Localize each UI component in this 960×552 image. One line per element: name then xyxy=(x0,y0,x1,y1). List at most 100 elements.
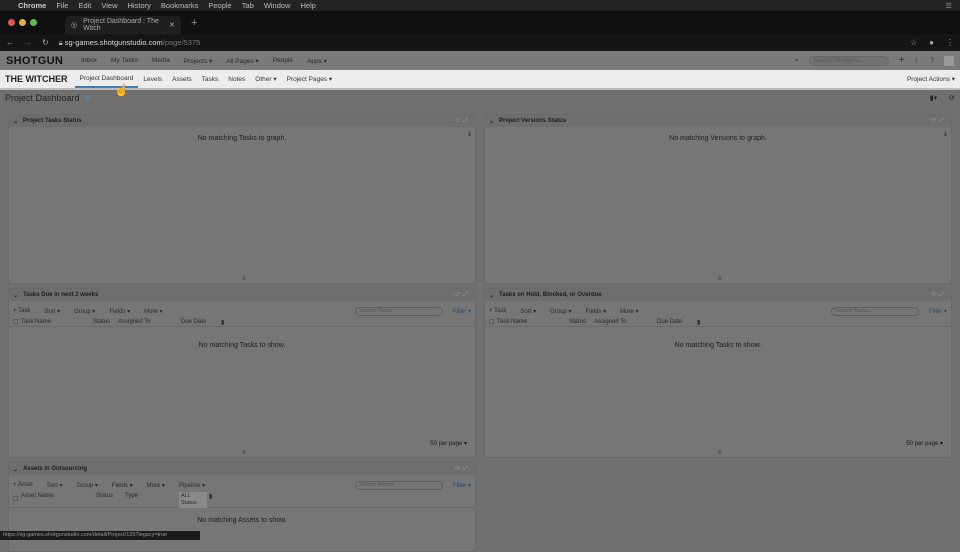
collapse-icon[interactable]: ⌄ xyxy=(489,118,494,125)
col-task-name[interactable]: Task Name xyxy=(497,319,527,325)
more-button[interactable]: More ▾ xyxy=(147,482,165,489)
panel-window-icons[interactable]: ⟳⤢ xyxy=(931,291,947,299)
nav-people[interactable]: People xyxy=(273,57,293,64)
filter-button[interactable]: Filter ▾ xyxy=(453,482,471,489)
col-asset-name[interactable]: Asset Name xyxy=(21,493,54,499)
nav-media[interactable]: Media xyxy=(152,57,170,64)
add-task-button[interactable]: + Task xyxy=(489,308,506,314)
per-page-select[interactable]: 50 per page ▾ xyxy=(430,440,467,447)
col-status[interactable]: Status xyxy=(569,319,586,325)
chrome-menu-icon[interactable]: ⋮ xyxy=(946,38,954,47)
col-task-name[interactable]: Task Name xyxy=(21,319,51,325)
collapse-icon[interactable]: ⌄ xyxy=(13,292,18,299)
tab-assets[interactable]: Assets xyxy=(172,76,192,83)
search-assets-input[interactable]: Search Assets... xyxy=(354,480,443,490)
more-button[interactable]: More ▾ xyxy=(144,308,162,315)
add-column-icon[interactable]: ▮ xyxy=(697,319,700,326)
menu-history[interactable]: History xyxy=(128,1,151,10)
col-assigned-to[interactable]: Assigned To xyxy=(118,319,151,325)
col-assigned-to[interactable]: Assigned To xyxy=(594,319,627,325)
col-status[interactable]: Status xyxy=(93,319,110,325)
col-all-status[interactable]: ALL Status xyxy=(179,492,207,508)
group-button[interactable]: Group ▾ xyxy=(74,308,95,315)
nav-apps[interactable]: Apps ▾ xyxy=(307,57,327,65)
filter-button[interactable]: Filter ▾ xyxy=(929,308,947,315)
project-actions-menu[interactable]: Project Actions ▾ xyxy=(907,75,955,83)
global-search-input[interactable]: Search Shotgun... xyxy=(808,55,889,66)
add-asset-button[interactable]: + Asset xyxy=(13,482,33,488)
add-column-icon[interactable]: ▮ xyxy=(221,319,224,326)
close-window-button[interactable] xyxy=(8,19,15,26)
menu-chrome[interactable]: Chrome xyxy=(18,1,46,10)
tab-other[interactable]: Other ▾ xyxy=(255,75,276,83)
tab-notes[interactable]: Notes xyxy=(228,76,245,83)
sort-button[interactable]: Sort ▾ xyxy=(520,308,536,315)
reload-icon[interactable]: ↻ xyxy=(42,38,49,47)
menu-file[interactable]: File xyxy=(56,1,68,10)
add-task-button[interactable]: + Task xyxy=(13,308,30,314)
fields-button[interactable]: Fields ▾ xyxy=(585,308,606,315)
menu-people[interactable]: People xyxy=(208,1,231,10)
help-icon[interactable]: ? xyxy=(930,57,934,64)
col-due-date[interactable]: Due Date xyxy=(657,319,682,325)
resize-handle[interactable]: ≡ xyxy=(718,450,722,456)
tab-project-pages[interactable]: Project Pages ▾ xyxy=(287,75,333,83)
add-column-icon[interactable]: ▮ xyxy=(209,493,212,500)
download-icon[interactable]: ⤓ xyxy=(944,130,947,138)
menu-help[interactable]: Help xyxy=(301,1,316,10)
url-field[interactable]: 🔒︎ sg-games.shotgunstudio.com/page/5375 xyxy=(59,38,201,48)
control-center-icon[interactable]: ☰ xyxy=(945,1,952,10)
menu-window[interactable]: Window xyxy=(264,1,291,10)
select-all-checkbox[interactable]: ☐ xyxy=(13,319,18,326)
menu-bookmarks[interactable]: Bookmarks xyxy=(161,1,199,10)
resize-handle[interactable]: ≡ xyxy=(242,276,246,282)
page-menu-icon[interactable]: ▮▾ xyxy=(930,94,937,102)
col-type[interactable]: Type xyxy=(125,493,138,499)
menu-edit[interactable]: Edit xyxy=(78,1,91,10)
group-button[interactable]: Group ▾ xyxy=(550,308,571,315)
resize-handle[interactable]: ≡ xyxy=(242,450,246,456)
forward-icon[interactable]: → xyxy=(24,38,32,47)
search-icon[interactable]: ⌕ xyxy=(795,57,799,65)
collapse-icon[interactable]: ⌄ xyxy=(13,466,18,473)
project-name[interactable]: THE WITCHER xyxy=(5,74,68,84)
select-all-checkbox[interactable]: ☐ xyxy=(13,496,18,503)
collapse-icon[interactable]: ⌄ xyxy=(13,118,18,125)
panel-window-icons[interactable]: ⟳⤢ xyxy=(931,117,947,125)
pipeline-button[interactable]: Pipeline ▾ xyxy=(179,482,205,489)
per-page-select[interactable]: 50 per page ▾ xyxy=(906,440,943,447)
bookmark-star-icon[interactable]: ☆ xyxy=(910,38,917,47)
nav-inbox[interactable]: Inbox xyxy=(81,57,97,64)
shotgun-logo[interactable]: SHOTGUN xyxy=(6,55,63,67)
panel-window-icons[interactable]: ⟳⤢ xyxy=(455,117,471,125)
col-status[interactable]: Status xyxy=(96,493,113,499)
back-icon[interactable]: ← xyxy=(6,38,14,47)
tab-levels[interactable]: Levels xyxy=(143,76,162,83)
nav-my-tasks[interactable]: My Tasks xyxy=(111,57,138,64)
tab-tasks[interactable]: Tasks xyxy=(202,76,219,83)
panel-window-icons[interactable]: ⟳⤢ xyxy=(455,465,471,473)
panel-window-icons[interactable]: ⟳⤢ xyxy=(455,291,471,299)
profile-icon[interactable]: ● xyxy=(929,38,934,47)
download-icon[interactable]: ⤓ xyxy=(468,130,471,138)
collapse-icon[interactable]: ⌄ xyxy=(489,292,494,299)
add-icon[interactable]: + xyxy=(899,55,905,66)
select-all-checkbox[interactable]: ☐ xyxy=(489,319,494,326)
maximize-window-button[interactable] xyxy=(30,19,37,26)
search-tasks-input[interactable]: Search Tasks... xyxy=(354,306,443,316)
more-button[interactable]: More ▾ xyxy=(620,308,638,315)
sort-button[interactable]: Sort ▾ xyxy=(47,482,63,489)
filter-button[interactable]: Filter ▾ xyxy=(453,308,471,315)
sort-button[interactable]: Sort ▾ xyxy=(44,308,60,315)
group-button[interactable]: Group ▾ xyxy=(77,482,98,489)
nav-all-pages[interactable]: All Pages ▾ xyxy=(226,57,259,65)
menu-view[interactable]: View xyxy=(101,1,117,10)
close-tab-icon[interactable]: ✕ xyxy=(169,21,175,29)
favorite-star-icon[interactable]: ★ xyxy=(84,93,92,104)
refresh-icon[interactable]: ⟳ xyxy=(949,94,955,102)
resize-handle[interactable]: ≡ xyxy=(718,276,722,282)
nav-projects[interactable]: Projects ▾ xyxy=(184,57,213,65)
col-due-date[interactable]: Due Date xyxy=(181,319,206,325)
new-tab-button[interactable]: + xyxy=(191,17,197,29)
moon-icon[interactable]: ☾ xyxy=(915,57,921,65)
